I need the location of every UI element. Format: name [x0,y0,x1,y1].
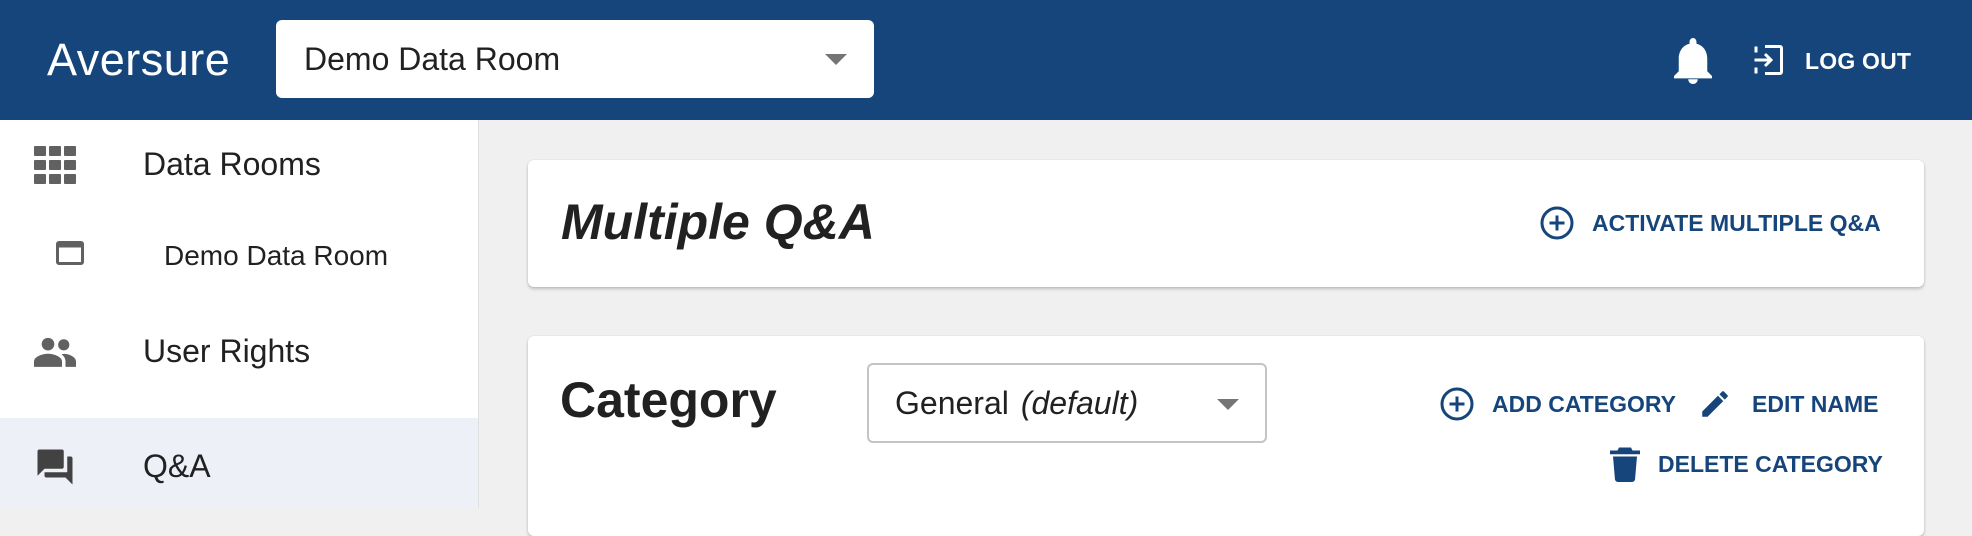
logout-icon [1754,45,1783,75]
logout-label: LOG OUT [1805,48,1912,74]
sidebar: Data Rooms Demo Data Room User Rights Q&… [0,120,479,508]
pencil-icon [1702,391,1728,417]
add-circle-icon [1540,206,1574,240]
delete-category-label: DELETE CATEGORY [1658,451,1883,477]
window-icon [56,241,84,270]
sidebar-item-user-rights[interactable]: User Rights [0,304,478,399]
trash-icon [1610,447,1640,482]
activate-multiple-qa-label: ACTIVATE MULTIPLE Q&A [1592,210,1881,236]
category-select-value: General (default) [895,365,1138,441]
sidebar-item-label: Data Rooms [143,146,321,182]
people-icon [34,337,76,372]
top-app-bar: Aversure Demo Data Room LOG OUT [0,0,1972,120]
category-select-name: General [895,385,1009,421]
category-title: Category [560,372,777,428]
chevron-down-icon [825,54,847,65]
chevron-down-icon [1217,399,1239,410]
delete-category-button[interactable]: DELETE CATEGORY [1610,444,1904,484]
forum-icon [34,446,76,493]
sidebar-item-label: Demo Data Room [164,240,389,271]
sidebar-item-label: Q&A [143,448,211,484]
edit-name-button[interactable]: EDIT NAME [1698,384,1904,424]
add-category-label: ADD CATEGORY [1492,391,1676,417]
multiple-qa-card: Multiple Q&A ACTIVATE MULTIPLE Q&A [528,160,1924,287]
sidebar-item-data-rooms[interactable]: Data Rooms [0,120,478,209]
category-card: Category General (default) ADD CATEGORY E… [528,336,1924,536]
add-category-button[interactable]: ADD CATEGORY [1439,384,1676,424]
category-select-default-note: (default) [1020,385,1139,421]
data-room-select[interactable]: Demo Data Room [276,20,874,98]
multiple-qa-title: Multiple Q&A [561,194,875,250]
data-room-select-value: Demo Data Room [304,41,561,77]
add-circle-icon [1440,387,1474,421]
sidebar-item-demo-data-room[interactable]: Demo Data Room [0,209,478,304]
app-logo[interactable]: Aversure [47,30,230,90]
bell-icon[interactable] [1674,38,1712,84]
sidebar-item-qa[interactable]: Q&A [0,418,478,508]
sidebar-item-label: User Rights [143,333,311,369]
edit-name-label: EDIT NAME [1752,391,1879,417]
grid-icon [34,146,76,189]
category-select[interactable]: General (default) [867,363,1267,443]
activate-multiple-qa-button[interactable]: ACTIVATE MULTIPLE Q&A [1539,203,1899,243]
